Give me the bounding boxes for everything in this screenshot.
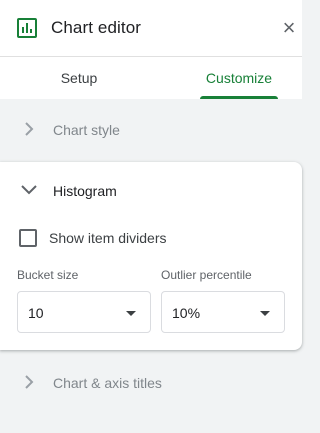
section-label: Chart & axis titles bbox=[53, 375, 162, 391]
panel-title: Chart editor bbox=[51, 18, 142, 37]
bucket-size-label: Bucket size bbox=[17, 268, 79, 282]
bucket-size-select[interactable]: 10 bbox=[17, 291, 151, 333]
outlier-percentile-select[interactable]: 10% bbox=[161, 291, 285, 333]
section-label[interactable]: Histogram bbox=[53, 183, 117, 199]
chart-editor-header: Chart editor × bbox=[0, 0, 302, 57]
chevron-right-icon bbox=[25, 375, 34, 389]
close-icon[interactable]: × bbox=[277, 14, 301, 42]
outlier-percentile-label: Outlier percentile bbox=[161, 268, 252, 282]
chevron-right-icon bbox=[25, 122, 34, 136]
chevron-down-icon[interactable] bbox=[19, 182, 39, 198]
show-item-dividers-checkbox[interactable] bbox=[19, 229, 37, 247]
section-chart-style[interactable]: Chart style bbox=[0, 101, 302, 159]
show-item-dividers-label[interactable]: Show item dividers bbox=[49, 230, 167, 246]
editor-tabs: Setup Customize bbox=[0, 57, 302, 99]
bucket-size-value: 10 bbox=[28, 305, 44, 321]
section-label: Chart style bbox=[53, 122, 120, 138]
section-chart-axis-titles[interactable]: Chart & axis titles bbox=[0, 354, 302, 412]
section-histogram: Histogram Show item dividers Bucket size… bbox=[0, 162, 302, 350]
tab-customize[interactable]: Customize bbox=[200, 57, 278, 99]
chart-icon bbox=[17, 18, 37, 38]
outlier-percentile-value: 10% bbox=[172, 305, 201, 321]
dropdown-arrow-icon bbox=[126, 311, 136, 316]
dropdown-arrow-icon bbox=[260, 311, 270, 316]
tab-setup[interactable]: Setup bbox=[40, 57, 118, 99]
